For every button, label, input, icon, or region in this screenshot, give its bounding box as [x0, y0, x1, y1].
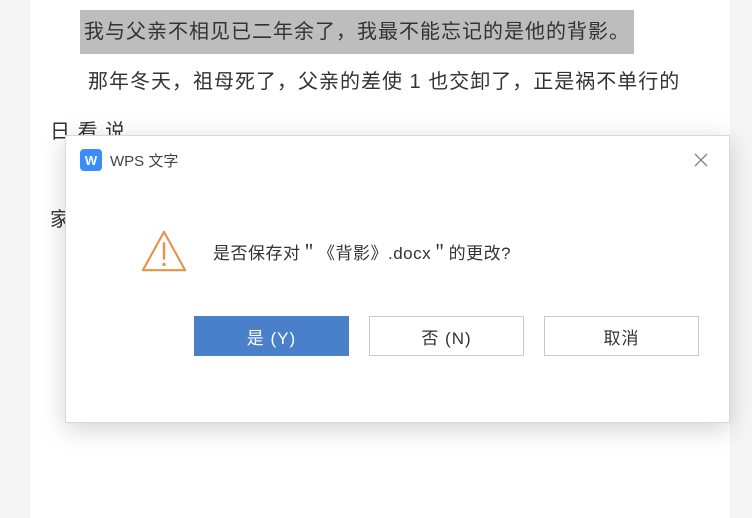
- warning-icon: [141, 228, 187, 274]
- selected-text-line: 我与父亲不相见已二年余了，我最不能忘记的是他的背影。: [80, 10, 634, 54]
- cancel-button[interactable]: 取消: [544, 316, 699, 356]
- dialog-body: 是否保存对＂《背影》.docx＂的更改?: [66, 182, 729, 304]
- document-text-line: 那年冬天，祖母死了，父亲的差使 1 也交卸了，正是祸不单行的: [50, 60, 700, 104]
- close-button[interactable]: [687, 146, 715, 174]
- dialog-message: 是否保存对＂《背影》.docx＂的更改?: [213, 239, 511, 264]
- wps-logo-icon: W: [80, 149, 102, 171]
- dialog-title: WPS 文字: [110, 150, 178, 171]
- no-button[interactable]: 否 (N): [369, 316, 524, 356]
- save-dialog: W WPS 文字 是否保存对＂《背影》.docx＂的更改? 是 (Y) 否 (N…: [65, 135, 730, 423]
- yes-button[interactable]: 是 (Y): [194, 316, 349, 356]
- dialog-header: W WPS 文字: [66, 136, 729, 182]
- close-icon: [693, 152, 709, 168]
- dialog-footer: 是 (Y) 否 (N) 取消: [66, 304, 729, 382]
